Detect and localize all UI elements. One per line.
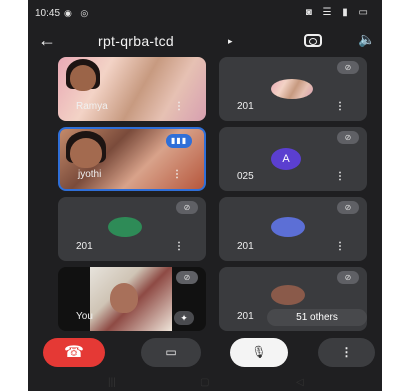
camera-toggle-button[interactable]: ▭ bbox=[141, 338, 201, 367]
home-icon[interactable]: ▢ bbox=[200, 377, 209, 388]
participant-name: jyothi bbox=[78, 169, 102, 180]
participant-name: 201 bbox=[237, 241, 254, 252]
more-options-icon[interactable]: ⋮ bbox=[174, 241, 184, 252]
participant-name: 025 bbox=[237, 171, 254, 182]
mic-toggle-button[interactable]: 🎙 bbox=[230, 338, 288, 367]
participant-tile-ramya[interactable]: Ramya ⋮ bbox=[58, 57, 206, 121]
mic-off-icon: ⊘ bbox=[176, 271, 198, 284]
end-call-button[interactable]: ☎ bbox=[43, 338, 105, 367]
mic-off-icon: ⊘ bbox=[337, 271, 359, 284]
participant-tile-201[interactable]: ⊘ 201 ⋮ bbox=[219, 197, 367, 261]
call-controls: ☎ ▭ 🎙 ⋮ bbox=[28, 338, 382, 372]
meeting-code[interactable]: rpt-qrba-tcd bbox=[98, 33, 174, 49]
caret-right-icon[interactable]: ▸ bbox=[228, 36, 233, 47]
status-time: 10:45 bbox=[35, 8, 61, 19]
participant-tile-201[interactable]: ⊘ 201 ⋮ bbox=[219, 57, 367, 121]
phone-screen: 10:45 ◉ ◎ ◙ ☰ ▮ ▭ ← rpt-qrba-tcd ▸ 🔈 Ram… bbox=[28, 0, 382, 391]
speaker-icon[interactable]: 🔈 bbox=[358, 31, 375, 48]
participant-name: 201 bbox=[237, 101, 254, 112]
more-options-icon[interactable]: ⋮ bbox=[174, 101, 184, 112]
participant-name: You bbox=[76, 311, 93, 322]
avatar bbox=[271, 79, 313, 99]
avatar bbox=[108, 217, 142, 237]
participant-name: 201 bbox=[76, 241, 93, 252]
speaking-indicator-icon: ▮▮▮ bbox=[166, 134, 192, 148]
effects-icon[interactable]: ✦ bbox=[174, 311, 194, 325]
others-count-badge[interactable]: 51 others bbox=[267, 309, 367, 326]
participant-face bbox=[110, 283, 138, 313]
participant-tile-you[interactable]: ⊘ You ✦ bbox=[58, 267, 206, 331]
notification-icons: ◉ ◎ bbox=[64, 8, 92, 18]
status-bar: 10:45 ◉ ◎ ◙ ☰ ▮ ▭ bbox=[28, 0, 382, 26]
back-arrow-icon[interactable]: ← bbox=[38, 30, 56, 51]
avatar bbox=[271, 217, 305, 237]
system-nav-bar: ||| ▢ ◁ bbox=[28, 375, 382, 391]
back-icon[interactable]: ◁ bbox=[296, 377, 304, 388]
mic-off-icon: ⊘ bbox=[337, 61, 359, 74]
participant-face bbox=[70, 65, 96, 91]
system-icons: ◙ ☰ ▮ ▭ bbox=[305, 7, 372, 18]
switch-camera-icon[interactable] bbox=[304, 34, 322, 47]
more-options-icon[interactable]: ⋮ bbox=[172, 169, 182, 180]
recents-icon[interactable]: ||| bbox=[108, 377, 116, 388]
mic-off-icon: ⊘ bbox=[337, 201, 359, 214]
participant-tile-201[interactable]: ⊘ 201 ⋮ bbox=[58, 197, 206, 261]
more-options-icon[interactable]: ⋮ bbox=[335, 171, 345, 182]
avatar bbox=[271, 285, 305, 305]
participant-tile-025[interactable]: ⊘ A 025 ⋮ bbox=[219, 127, 367, 191]
more-options-icon[interactable]: ⋮ bbox=[335, 101, 345, 112]
more-options-icon[interactable]: ⋮ bbox=[335, 241, 345, 252]
participant-name: Ramya bbox=[76, 101, 108, 112]
mic-off-icon: ⊘ bbox=[176, 201, 198, 214]
mic-off-icon: ⊘ bbox=[337, 131, 359, 144]
more-options-button[interactable]: ⋮ bbox=[318, 338, 375, 367]
participant-face bbox=[70, 138, 102, 168]
participant-tile-others[interactable]: ⊘ 201 51 others bbox=[219, 267, 367, 331]
participant-name: 201 bbox=[237, 311, 254, 322]
meeting-header: ← rpt-qrba-tcd ▸ 🔈 bbox=[28, 27, 382, 57]
participant-tile-jyothi[interactable]: ▮▮▮ jyothi ⋮ bbox=[58, 127, 206, 191]
avatar: A bbox=[271, 148, 301, 170]
